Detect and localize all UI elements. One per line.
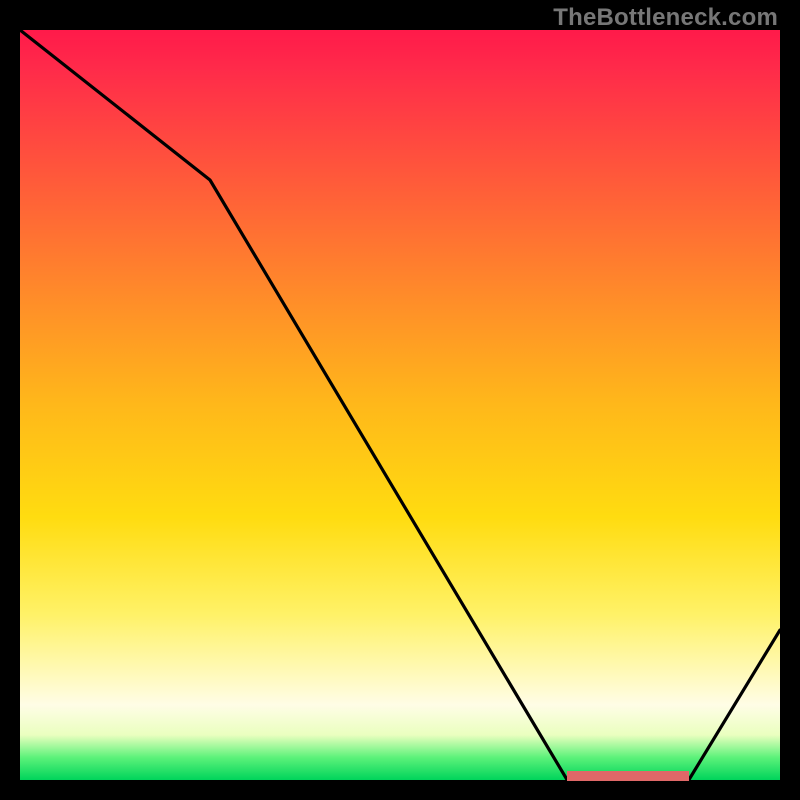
plot-frame [20, 30, 780, 780]
highlight-segment [567, 771, 689, 781]
watermark-text: TheBottleneck.com [553, 4, 778, 32]
chart-container: TheBottleneck.com [0, 0, 800, 800]
curve-polyline [20, 30, 780, 780]
chart-line [20, 30, 780, 780]
